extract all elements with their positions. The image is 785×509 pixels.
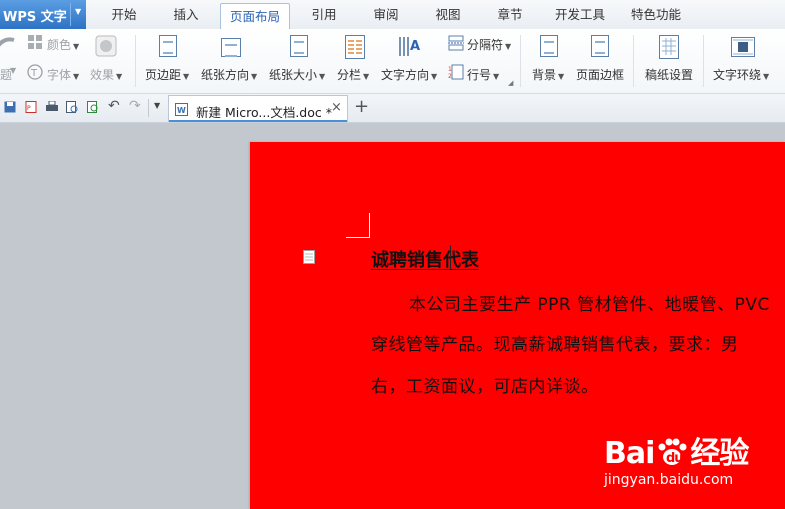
text-wrap-label: 文字环绕 bbox=[713, 68, 762, 82]
tab-references[interactable]: 引用 bbox=[299, 0, 349, 29]
effect-icon bbox=[95, 35, 117, 57]
paper-size-label: 纸张大小 bbox=[269, 68, 318, 82]
watermark-brand-cn: 经验 bbox=[690, 436, 749, 471]
theme-icon[interactable] bbox=[0, 37, 16, 55]
paper-size-button[interactable]: 纸张大小 ▼ bbox=[269, 66, 325, 83]
ribbon-divider bbox=[135, 35, 136, 87]
svg-text:W: W bbox=[177, 106, 186, 115]
preview-search-icon[interactable] bbox=[87, 101, 99, 113]
quick-access-toolbar: P ↶ ↷ ▼ W 新建 Micro...文档.doc * × + bbox=[0, 94, 785, 123]
text-wrap-button[interactable]: 文字环绕 ▼ bbox=[713, 66, 769, 83]
tab-review[interactable]: 审阅 bbox=[361, 0, 411, 29]
tab-view[interactable]: 视图 bbox=[423, 0, 473, 29]
toolbar-divider bbox=[148, 99, 149, 117]
margins-icon bbox=[159, 35, 177, 57]
watermark-brand: Bai bbox=[604, 436, 655, 471]
svg-text:2: 2 bbox=[448, 73, 452, 80]
app-menu-button[interactable]: WPS 文字 ▼ bbox=[0, 0, 86, 29]
document-tab[interactable]: W 新建 Micro...文档.doc * × bbox=[168, 95, 348, 122]
margin-corner-mark bbox=[369, 213, 370, 238]
paw-icon: du bbox=[658, 438, 687, 466]
color-button[interactable]: 颜色 ▼ bbox=[47, 36, 79, 53]
customize-dropdown-icon[interactable]: ▼ bbox=[154, 101, 160, 110]
text-direction-label: 文字方向 bbox=[381, 68, 430, 82]
ribbon-divider bbox=[633, 35, 634, 87]
svg-text:du: du bbox=[666, 451, 683, 466]
svg-text:T: T bbox=[30, 68, 38, 79]
margin-corner-mark bbox=[346, 237, 370, 238]
manuscript-icon bbox=[659, 35, 679, 59]
line-numbers-icon: 1 2 bbox=[448, 64, 464, 80]
svg-text:P: P bbox=[27, 105, 31, 112]
background-icon bbox=[540, 35, 558, 57]
menu-bar: WPS 文字 ▼ 开始 插入 页面布局 引用 审阅 视图 章节 开发工具 特色功… bbox=[0, 0, 785, 32]
color-label: 颜色 bbox=[47, 38, 72, 52]
svg-text:A: A bbox=[410, 39, 420, 54]
text-wrap-icon bbox=[731, 37, 755, 57]
color-grid-icon bbox=[28, 35, 42, 49]
tab-insert[interactable]: 插入 bbox=[161, 0, 211, 29]
app-name: WPS 文字 bbox=[3, 10, 67, 25]
tab-home[interactable]: 开始 bbox=[100, 0, 148, 29]
orientation-icon bbox=[221, 38, 241, 57]
separator-button[interactable]: 分隔符 ▼ bbox=[467, 36, 511, 53]
line-numbers-button[interactable]: 行号 ▼ bbox=[467, 66, 499, 83]
redo-icon[interactable]: ↷ bbox=[129, 98, 141, 114]
export-pdf-icon[interactable]: P bbox=[25, 101, 37, 113]
background-button[interactable]: 背景 ▼ bbox=[532, 66, 564, 83]
close-icon[interactable]: × bbox=[331, 100, 342, 115]
baidu-jingyan-watermark: Bai du 经验 bbox=[604, 428, 749, 472]
effect-button[interactable]: 效果 ▼ bbox=[90, 66, 122, 83]
text-direction-button[interactable]: 文字方向 ▼ bbox=[381, 66, 437, 83]
body-text-line-3[interactable]: 右，工资面议，可店内详谈。 bbox=[371, 372, 599, 397]
text-direction-icon: A bbox=[399, 37, 420, 56]
document-title[interactable]: 诚聘销售代表 bbox=[371, 246, 479, 272]
paragraph-marker-icon[interactable] bbox=[303, 250, 315, 264]
chevron-down-icon: ▼ bbox=[10, 66, 17, 75]
tab-page-layout[interactable]: 页面布局 bbox=[220, 3, 290, 32]
margins-button[interactable]: 页边距 ▼ bbox=[145, 66, 189, 83]
line-numbers-label: 行号 bbox=[467, 68, 492, 82]
body-text-line-2[interactable]: 穿线管等产品。现高薪诚聘销售代表，要求：男 bbox=[371, 330, 739, 355]
manuscript-button[interactable]: 稿纸设置 bbox=[645, 66, 693, 83]
active-tab-indicator bbox=[169, 120, 347, 122]
columns-icon bbox=[345, 35, 365, 59]
word-document-icon: W bbox=[175, 103, 188, 116]
font-theme-button[interactable]: 字体 ▼ bbox=[47, 66, 79, 83]
tab-chapter[interactable]: 章节 bbox=[485, 0, 535, 29]
body-text-line-1[interactable]: 本公司主要生产 PPR 管材管件、地暖管、PVC bbox=[409, 290, 770, 315]
page-border-button[interactable]: 页面边框 bbox=[576, 66, 624, 83]
print-preview-icon[interactable] bbox=[66, 101, 78, 113]
orientation-label: 纸张方向 bbox=[201, 68, 250, 82]
separator-icon bbox=[448, 35, 464, 51]
svg-text:1: 1 bbox=[448, 66, 452, 73]
undo-icon[interactable]: ↶ bbox=[108, 98, 120, 114]
ribbon-divider bbox=[520, 35, 521, 87]
font-theme-icon: T bbox=[27, 64, 43, 80]
orientation-button[interactable]: 纸张方向 ▼ bbox=[201, 66, 257, 83]
background-label: 背景 bbox=[532, 68, 557, 82]
app-button-divider bbox=[70, 3, 71, 26]
font-label: 字体 bbox=[47, 68, 72, 82]
text-cursor bbox=[450, 245, 451, 270]
page-setup-launcher-icon[interactable]: ◢ bbox=[508, 79, 513, 87]
new-tab-button[interactable]: + bbox=[354, 96, 369, 117]
print-icon[interactable] bbox=[46, 101, 58, 113]
margins-label: 页边距 bbox=[145, 68, 182, 82]
save-icon[interactable] bbox=[4, 101, 16, 113]
document-tab-label: 新建 Micro...文档.doc * bbox=[196, 105, 332, 120]
separator-label: 分隔符 bbox=[467, 38, 504, 52]
page-border-icon bbox=[591, 35, 609, 57]
effect-label: 效果 bbox=[90, 68, 115, 82]
chevron-down-icon[interactable]: ▼ bbox=[75, 7, 81, 16]
tab-developer[interactable]: 开发工具 bbox=[547, 0, 613, 29]
watermark-url: jingyan.baidu.com bbox=[604, 472, 734, 488]
ribbon-divider bbox=[703, 35, 704, 87]
ribbon: 题 ▼ 颜色 ▼ T 字体 ▼ 效果 ▼ 页边距 ▼ 纸张方向 ▼ 纸张大小 ▼ 分栏 ▼ A bbox=[0, 29, 785, 94]
paper-size-icon bbox=[290, 35, 308, 57]
tab-features[interactable]: 特色功能 bbox=[624, 0, 688, 29]
columns-button[interactable]: 分栏 ▼ bbox=[337, 66, 369, 83]
columns-label: 分栏 bbox=[337, 68, 362, 82]
